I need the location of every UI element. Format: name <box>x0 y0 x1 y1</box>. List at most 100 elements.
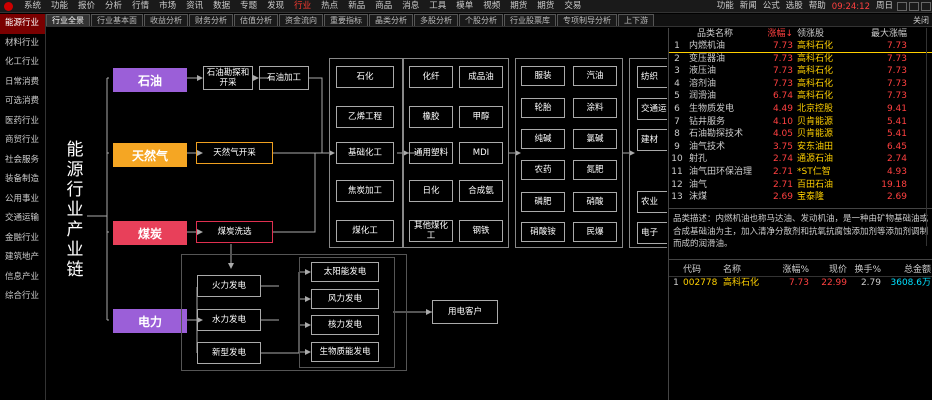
chain-node[interactable]: 电子 <box>637 222 667 244</box>
sidebar-item[interactable]: 社会服务 <box>0 151 45 171</box>
node-new-power[interactable]: 新型发电 <box>197 342 261 364</box>
chain-node[interactable]: 通用塑料 <box>409 142 453 164</box>
chain-node[interactable]: 服装 <box>521 66 565 86</box>
node-oil-process[interactable]: 石油加工 <box>259 66 309 90</box>
chain-node[interactable]: 化纤 <box>409 66 453 88</box>
chain-node[interactable]: 纺织 <box>637 66 667 88</box>
menu-item[interactable]: 交易 <box>559 0 586 13</box>
category-power[interactable]: 电力 <box>113 309 187 333</box>
close-window-icon[interactable] <box>921 2 931 11</box>
menu-item[interactable]: 市场 <box>154 0 181 13</box>
header-stock-name[interactable]: 名称 <box>723 264 771 276</box>
tab-item[interactable]: 行业股票库 <box>504 14 556 26</box>
node-fire-power[interactable]: 火力发电 <box>197 275 261 297</box>
menu-right-item[interactable]: 公式 <box>760 0 783 13</box>
header-stock-chg[interactable]: 涨幅% <box>771 264 809 276</box>
header-lead[interactable]: 领涨股 <box>793 28 855 40</box>
sidebar-item[interactable]: 材料行业 <box>0 34 45 54</box>
chain-node[interactable]: 合成氨 <box>459 180 503 202</box>
sidebar-item[interactable]: 装备制造 <box>0 170 45 190</box>
chain-node[interactable]: 橡胶 <box>409 106 453 128</box>
board-row[interactable]: 3 液压油 7.73 高科石化 7.73 <box>669 65 932 78</box>
category-coal[interactable]: 煤炭 <box>113 221 187 245</box>
header-name[interactable]: 品类名称 <box>685 28 755 40</box>
chain-node[interactable]: 氮肥 <box>573 160 617 180</box>
menu-right-item[interactable]: 帮助 <box>806 0 829 13</box>
header-code[interactable]: 代码 <box>683 264 723 276</box>
sidebar-item[interactable]: 建筑地产 <box>0 248 45 268</box>
chain-node[interactable]: 石化 <box>336 66 394 88</box>
menu-item[interactable]: 消息 <box>397 0 424 13</box>
chain-node[interactable]: MDI <box>459 142 503 164</box>
chain-node[interactable]: 日化 <box>409 180 453 202</box>
board-row[interactable]: 6 生物质发电 4.49 北京控股 9.41 <box>669 103 932 116</box>
chain-node[interactable]: 汽油 <box>573 66 617 86</box>
menu-item[interactable]: 视频 <box>478 0 505 13</box>
menu-item[interactable]: 工具 <box>424 0 451 13</box>
sidebar-item[interactable]: 交通运输 <box>0 209 45 229</box>
header-price[interactable]: 现价 <box>809 264 847 276</box>
category-oil[interactable]: 石油 <box>113 68 187 92</box>
chain-node[interactable]: 农业 <box>637 191 667 213</box>
node-customer[interactable]: 用电客户 <box>432 300 498 324</box>
menu-item[interactable]: 期货 <box>505 0 532 13</box>
sidebar-item[interactable]: 能源行业 <box>0 14 45 34</box>
chain-node[interactable]: 其他煤化工 <box>409 220 453 242</box>
menu-item[interactable]: 热点 <box>316 0 343 13</box>
chain-node[interactable]: 甲醇 <box>459 106 503 128</box>
tab-item[interactable]: 重要指标 <box>324 14 368 26</box>
vertical-scrollbar[interactable] <box>926 28 931 246</box>
node-gas-extract[interactable]: 天然气开采 <box>196 142 273 164</box>
menu-item[interactable]: 新品 <box>343 0 370 13</box>
sidebar-item[interactable]: 公用事业 <box>0 190 45 210</box>
menu-item[interactable]: 模单 <box>451 0 478 13</box>
sidebar-item[interactable]: 金融行业 <box>0 229 45 249</box>
close-panel-button[interactable]: 关闭 <box>913 14 929 27</box>
menu-item[interactable]: 专题 <box>235 0 262 13</box>
chain-node[interactable]: 纯碱 <box>521 129 565 149</box>
header-lchg[interactable]: 最大涨幅 <box>855 28 907 40</box>
tab-item[interactable]: 财务分析 <box>189 14 233 26</box>
tab-item[interactable]: 行业基本面 <box>91 14 143 26</box>
board-row[interactable]: 5 润滑油 6.74 高科石化 7.73 <box>669 90 932 103</box>
tab-item[interactable]: 行业全景 <box>46 14 90 26</box>
power-type-node[interactable]: 太阳能发电 <box>311 262 379 282</box>
tab-item[interactable]: 个股分析 <box>459 14 503 26</box>
chain-node[interactable]: 民爆 <box>573 222 617 242</box>
sidebar-item[interactable]: 信息产业 <box>0 268 45 288</box>
menu-item[interactable]: 功能 <box>46 0 73 13</box>
tab-item[interactable]: 上下游 <box>618 14 654 26</box>
tab-item[interactable]: 晶类分析 <box>369 14 413 26</box>
chain-node[interactable]: 交通运输 <box>637 98 667 120</box>
board-row[interactable]: 7 钻井服务 4.10 贝肯能源 5.41 <box>669 116 932 129</box>
node-water-power[interactable]: 水力发电 <box>197 309 261 331</box>
menu-item[interactable]: 系统 <box>19 0 46 13</box>
board-row[interactable]: 8 石油勘探技术 4.05 贝肯能源 5.41 <box>669 128 932 141</box>
stock-row[interactable]: 1 002778 高科石化 7.73 22.99 2.79 3608.6万 <box>669 277 932 290</box>
board-row[interactable]: 10 射孔 2.74 通源石油 2.74 <box>669 153 932 166</box>
sidebar-item[interactable]: 综合行业 <box>0 287 45 307</box>
chain-node[interactable]: 硝酸铵 <box>521 222 565 242</box>
chain-node[interactable]: 涂料 <box>573 98 617 118</box>
category-gas[interactable]: 天然气 <box>113 143 187 167</box>
chain-node[interactable]: 磷肥 <box>521 192 565 212</box>
sidebar-item[interactable]: 医药行业 <box>0 112 45 132</box>
header-turnover[interactable]: 换手% <box>847 264 881 276</box>
chain-node[interactable]: 焦炭加工 <box>336 180 394 202</box>
menu-right-item[interactable]: 功能 <box>714 0 737 13</box>
tab-item[interactable]: 资金流向 <box>279 14 323 26</box>
power-type-node[interactable]: 生物质能发电 <box>311 342 379 362</box>
menu-item[interactable]: 资讯 <box>181 0 208 13</box>
chain-node[interactable]: 硝酸 <box>573 192 617 212</box>
tab-item[interactable]: 多股分析 <box>414 14 458 26</box>
chain-node[interactable]: 农药 <box>521 160 565 180</box>
chain-node[interactable]: 轮胎 <box>521 98 565 118</box>
maximize-icon[interactable] <box>909 2 919 11</box>
board-row[interactable]: 13 沫煤 2.69 宝泰隆 2.69 <box>669 191 932 204</box>
board-row[interactable]: 2 变压器油 7.73 高科石化 7.73 <box>669 53 932 66</box>
power-type-node[interactable]: 风力发电 <box>311 289 379 309</box>
menu-item[interactable]: 行业 <box>289 0 316 13</box>
board-row[interactable]: 11 油气田环保治理 2.71 *ST仁智 4.93 <box>669 166 932 179</box>
sidebar-item[interactable]: 可选消费 <box>0 92 45 112</box>
board-row[interactable]: 12 油气 2.71 百田石油 19.18 <box>669 179 932 192</box>
